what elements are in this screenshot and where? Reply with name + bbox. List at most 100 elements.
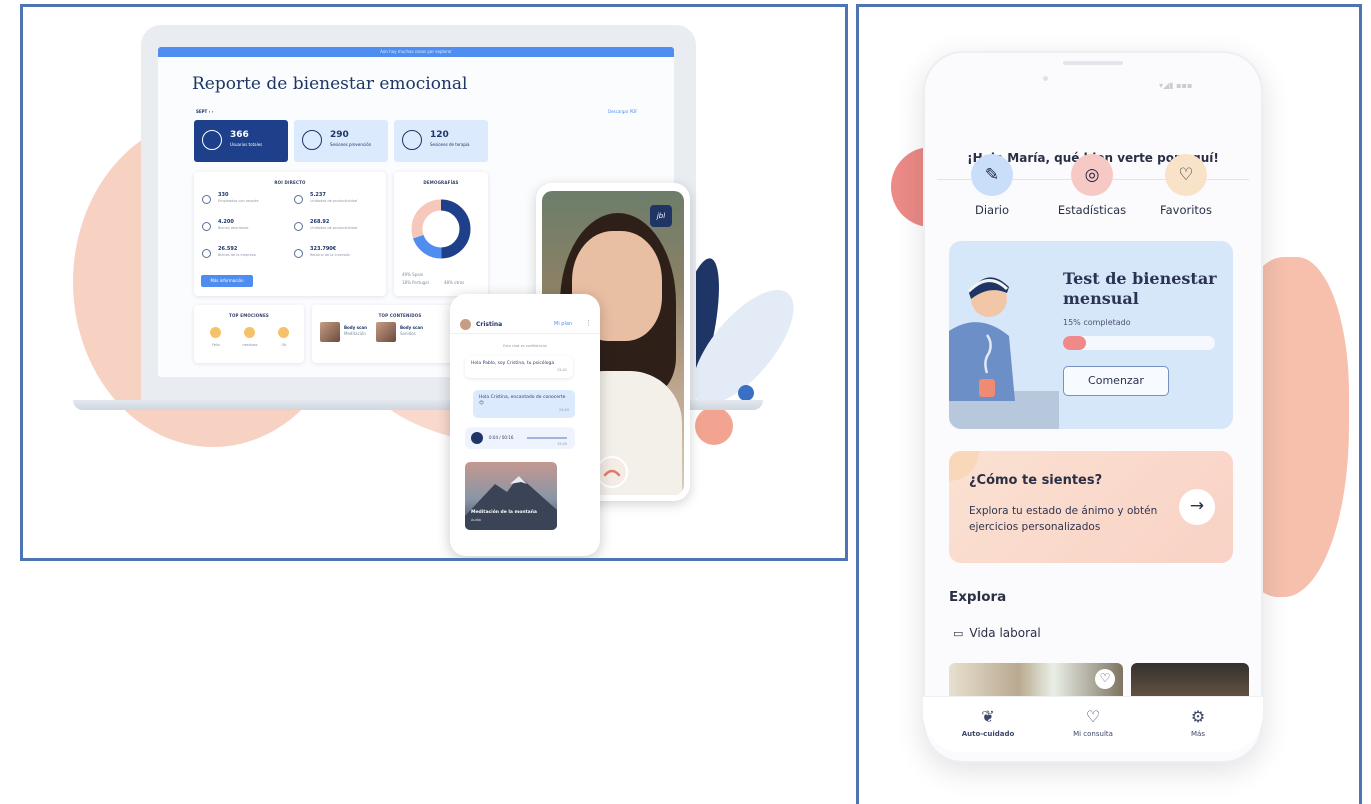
phone-hangup-icon bbox=[603, 469, 621, 477]
meditation-title: Meditación de la montaña bbox=[471, 510, 537, 515]
stat-value: 120 bbox=[430, 130, 449, 140]
test-title: Test de bienestar mensual bbox=[1063, 269, 1217, 308]
period-selector[interactable]: SEPT ‹ › bbox=[196, 109, 213, 114]
coral-dot-decoration bbox=[695, 407, 733, 445]
roi-desc: Empleados con reporte bbox=[218, 199, 259, 203]
test-progress-fill bbox=[1063, 336, 1086, 350]
tab-more[interactable]: ⚙ Más bbox=[1153, 707, 1243, 738]
meditation-card[interactable]: Meditación de la montaña Audio bbox=[465, 462, 557, 530]
audio-time: 0:04 / 00:16 bbox=[489, 435, 514, 440]
stat-value: 290 bbox=[330, 130, 349, 140]
more-info-button[interactable]: Más información bbox=[201, 275, 253, 287]
legend-item: 48% otros bbox=[444, 280, 465, 285]
roi-desc: Bienes de la empresa bbox=[218, 253, 256, 257]
tab-self-care[interactable]: ❦ Auto-cuidado bbox=[943, 707, 1033, 738]
bottom-tab-bar: ❦ Auto-cuidado ♡ Mi consulta ⚙ Más bbox=[923, 696, 1263, 752]
mobile-app-panel: ▾◢▮ ▪▪▪ ¡Hola María, qué bien verte por … bbox=[856, 4, 1362, 804]
chat-confidential-notice: Este chat es confidencial bbox=[503, 344, 547, 348]
tab-my-consultation[interactable]: ♡ Mi consulta bbox=[1048, 707, 1138, 738]
tab-label: Mi consulta bbox=[1073, 730, 1113, 738]
emotion-label: Feliz bbox=[212, 343, 220, 347]
chat-message-received: Hola Pablo, soy Cristina, tu psicóloga 1… bbox=[465, 356, 573, 378]
roi-icon bbox=[202, 249, 211, 258]
roi-value: 4.200 bbox=[218, 219, 234, 225]
contact-name: Cristina bbox=[476, 321, 503, 328]
roi-desc: Unidades de productividad bbox=[310, 226, 357, 230]
roi-value: 26.592 bbox=[218, 246, 238, 252]
favorite-heart-icon[interactable]: ♡ bbox=[1095, 669, 1115, 689]
message-text: Hola Pablo, soy Cristina, tu psicóloga bbox=[471, 361, 555, 366]
download-pdf-link[interactable]: Descargar PDF bbox=[608, 109, 638, 114]
my-plan-link[interactable]: Mi plan bbox=[554, 321, 572, 327]
audio-message[interactable]: 0:04 / 00:16 15:45 bbox=[465, 427, 575, 449]
content-title: Body scan bbox=[400, 325, 423, 330]
hang-up-button[interactable] bbox=[596, 456, 628, 488]
content-sub: Meditación bbox=[344, 331, 366, 336]
stat-label: Sesiones de terapia bbox=[430, 142, 470, 147]
demographics-card: DEMOGRAFÍAS 49% Spain 18% Portugal 48% o… bbox=[394, 172, 488, 296]
phone-frame: ▾◢▮ ▪▪▪ ¡Hola María, qué bien verte por … bbox=[923, 51, 1263, 763]
meditation-type: Audio bbox=[471, 518, 481, 522]
mood-title: ¿Cómo te sientes? bbox=[969, 473, 1103, 488]
blue-dot-decoration bbox=[738, 385, 754, 401]
arrow-right-icon[interactable]: → bbox=[1179, 489, 1215, 525]
content-thumbnail[interactable] bbox=[376, 322, 396, 342]
message-text: Hola Cristina, encantado de conocerte bbox=[479, 395, 566, 400]
top-emotions-heading: TOP EMOCIONES bbox=[229, 313, 269, 318]
demographics-heading: DEMOGRAFÍAS bbox=[423, 180, 459, 185]
roi-icon bbox=[202, 195, 211, 204]
roi-item: 26.592 Bienes de la empresa bbox=[202, 246, 290, 268]
roi-desc: Retorno de la inversión bbox=[310, 253, 351, 257]
roi-icon bbox=[294, 195, 303, 204]
roi-item: 4.200 Bienes ahorrados bbox=[202, 219, 290, 241]
category-work-life[interactable]: ▭ Vida laboral bbox=[953, 626, 1041, 640]
stat-value: 366 bbox=[230, 130, 249, 140]
roi-value: 268.92 bbox=[310, 219, 330, 225]
wellbeing-test-card: Test de bienestar mensual 15% completado… bbox=[949, 241, 1233, 429]
diary-icon: ✎ bbox=[971, 154, 1013, 196]
emotion-label: Ok bbox=[281, 343, 287, 347]
audio-timestamp: 15:45 bbox=[557, 442, 568, 446]
stat-card-users: 366 Usuarios totales bbox=[194, 120, 288, 162]
content-thumbnail[interactable] bbox=[320, 322, 340, 342]
roi-item: 268.92 Unidades de productividad bbox=[294, 219, 382, 241]
roi-card: ROI DIRECTO 330 Empleados con reporte 5.2… bbox=[194, 172, 386, 296]
category-label: Vida laboral bbox=[969, 626, 1041, 640]
legend-item: 49% Spain bbox=[402, 272, 424, 277]
play-icon[interactable] bbox=[471, 432, 483, 444]
roi-icon bbox=[202, 222, 211, 231]
hand-heart-icon bbox=[302, 130, 322, 150]
roi-item: 323.790€ Retorno de la inversión bbox=[294, 246, 382, 268]
tab-label: Más bbox=[1191, 730, 1205, 738]
phone-speaker bbox=[1063, 61, 1123, 65]
message-time: 15:43 bbox=[558, 408, 569, 412]
consult-heart-icon: ♡ bbox=[1085, 707, 1101, 726]
quick-action-stats[interactable]: ◎ Estadísticas bbox=[1051, 154, 1133, 217]
period-label: SEPT bbox=[196, 109, 208, 114]
quick-action-favorites[interactable]: ♡ Favoritos bbox=[1145, 154, 1227, 217]
start-test-button[interactable]: Comenzar bbox=[1063, 366, 1169, 396]
quick-action-diary[interactable]: ✎ Diario bbox=[951, 154, 1033, 217]
heart-icon: ♡ bbox=[1165, 154, 1207, 196]
leaf-icon: ❦ bbox=[981, 707, 995, 726]
quick-action-label: Diario bbox=[974, 203, 1010, 217]
front-camera bbox=[1043, 76, 1048, 81]
more-options-icon[interactable]: ⋮ bbox=[585, 319, 592, 327]
stats-icon: ◎ bbox=[1071, 154, 1113, 196]
dashboard-title: Reporte de bienestar emocional bbox=[192, 74, 468, 94]
roi-value: 5.237 bbox=[310, 192, 326, 198]
roi-icon bbox=[294, 222, 303, 231]
happy-emoji-icon bbox=[210, 327, 221, 338]
app-logo-badge: jbl bbox=[650, 205, 672, 227]
stat-card-therapy: 120 Sesiones de terapia bbox=[394, 120, 488, 162]
mood-check-card[interactable]: ¿Cómo te sientes? Explora tu estado de á… bbox=[949, 451, 1233, 563]
person-illustration bbox=[949, 277, 1059, 429]
dashboard-topbar: Aún hay muchas cosas por explorar bbox=[158, 47, 674, 57]
emotion-label: nervioso bbox=[242, 343, 258, 347]
chat-message-sent: Hola Cristina, encantado de conocerte 😊 … bbox=[473, 390, 575, 418]
chat-phone: Cristina Mi plan ⋮ Este chat es confiden… bbox=[450, 294, 600, 556]
nervous-emoji-icon bbox=[244, 327, 255, 338]
therapist-icon bbox=[402, 130, 422, 150]
status-bar-icons: ▾◢▮ ▪▪▪ bbox=[1159, 81, 1193, 90]
mood-subtitle: Explora tu estado de ánimo y obtén ejerc… bbox=[969, 505, 1158, 533]
